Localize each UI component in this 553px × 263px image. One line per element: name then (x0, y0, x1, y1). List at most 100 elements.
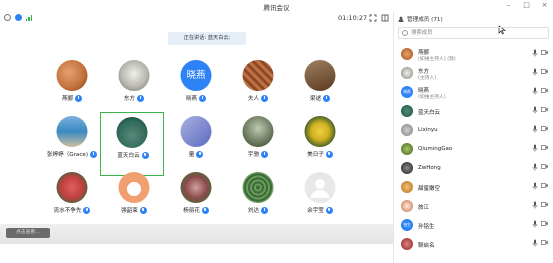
participant-tile[interactable]: 张婷婷（Grace) (40, 112, 104, 176)
mic-icon (261, 150, 269, 158)
mic-icon[interactable] (532, 106, 538, 114)
mic-icon[interactable] (532, 220, 538, 228)
mic-icon (325, 150, 333, 158)
participant-name: 强韶束 (121, 208, 138, 214)
participant-avatar (242, 116, 274, 147)
member-avatar (401, 67, 413, 79)
mic-icon[interactable] (532, 87, 538, 95)
member-row[interactable]: 燕郦 (如维主持人) (我) (394, 45, 553, 64)
member-row[interactable]: 聊启名 (394, 235, 553, 254)
participant-name: 夫人 (247, 96, 260, 102)
camera-icon[interactable] (541, 145, 548, 150)
camera-icon[interactable] (541, 88, 548, 93)
participant-tile[interactable]: 夫人 (226, 56, 290, 120)
close-icon[interactable]: × (540, 1, 549, 10)
mic-icon[interactable] (532, 239, 538, 247)
participant-tile[interactable]: 晓燕 晓燕 (164, 56, 228, 120)
camera-icon[interactable] (541, 126, 548, 131)
member-avatar (401, 162, 413, 174)
mic-icon[interactable] (532, 163, 538, 171)
speaking-indicator: 正在讲话: 蓝天白云; (168, 32, 246, 45)
minimize-icon[interactable]: – (504, 1, 513, 10)
mic-icon[interactable] (532, 144, 538, 152)
layout-grid-icon[interactable] (381, 14, 389, 22)
camera-icon[interactable] (541, 183, 548, 188)
camera-icon[interactable] (541, 164, 548, 169)
member-avatar (401, 238, 413, 250)
maximize-icon[interactable]: □ (522, 1, 531, 10)
member-row[interactable]: QiumingGao (394, 140, 553, 159)
mic-icon[interactable] (532, 49, 538, 57)
camera-icon[interactable] (541, 107, 548, 112)
members-icon (398, 16, 404, 22)
camera-icon[interactable] (541, 240, 548, 245)
member-row[interactable]: 甜蜜嫩空 (394, 178, 553, 197)
member-role: (主持人) (418, 76, 437, 81)
member-search-input[interactable]: 搜索成员 (398, 27, 549, 39)
fullscreen-icon[interactable] (369, 14, 377, 22)
member-row[interactable]: 蓝天白云 (394, 102, 553, 121)
participant-name: 晓燕 (185, 96, 198, 102)
camera-icon[interactable] (541, 69, 548, 74)
participant-name: 宇驰 (247, 152, 260, 158)
self-view-thumbnail[interactable]: 点击查看... (6, 228, 50, 238)
mic-icon (201, 206, 209, 214)
participant-tile[interactable]: 燕郦 (40, 56, 104, 120)
member-avatar (401, 105, 413, 117)
mic-icon (323, 94, 331, 102)
participant-name: 杨丽花 (183, 208, 200, 214)
meeting-toolbar: 01:10:27 (0, 12, 393, 24)
member-row[interactable]: 铭生 孙铭生 (394, 216, 553, 235)
member-avatar: 晓燕 (401, 86, 413, 98)
meeting-info-icon[interactable] (4, 14, 11, 21)
member-name: 甜蜜嫩空 (418, 186, 441, 192)
mic-icon[interactable] (532, 201, 538, 209)
member-avatar (401, 200, 413, 212)
member-row[interactable]: 旅江 (394, 197, 553, 216)
bottom-control-bar: 点击查看... (0, 224, 393, 244)
network-signal-icon[interactable] (26, 14, 32, 21)
mic-icon (83, 206, 91, 214)
camera-icon[interactable] (541, 221, 548, 226)
mic-icon (139, 206, 147, 214)
mic-icon[interactable] (532, 68, 538, 76)
participant-avatar (242, 60, 274, 91)
participant-avatar (56, 60, 88, 91)
camera-icon[interactable] (541, 202, 548, 207)
participant-tile[interactable]: 量 (164, 112, 228, 176)
participant-tile[interactable]: 余宇莹 (288, 168, 352, 232)
participant-tile-active-speaker[interactable]: 蓝天白云 (100, 112, 164, 176)
mic-icon[interactable] (532, 125, 538, 133)
member-avatar (401, 48, 413, 60)
participant-name: 张婷婷（Grace) (46, 152, 89, 158)
member-avatar (401, 143, 413, 155)
participant-avatar (180, 172, 212, 203)
member-row[interactable]: 东方 (主持人) (394, 64, 553, 83)
mic-icon[interactable] (532, 182, 538, 190)
default-user-icon (310, 179, 330, 198)
mic-icon (325, 206, 333, 214)
participant-tile[interactable]: 刘达 (226, 168, 290, 232)
mic-icon (199, 94, 207, 102)
participant-tile[interactable]: 宇驰 (226, 112, 290, 176)
mic-icon (141, 151, 149, 159)
participant-name: 刘达 (247, 208, 260, 214)
participant-avatar (304, 172, 336, 203)
participant-avatar (116, 117, 148, 148)
camera-icon[interactable] (541, 50, 548, 55)
participant-tile[interactable]: 杨丽花 (164, 168, 228, 232)
mic-icon (90, 150, 98, 158)
member-row[interactable]: ZwHong (394, 159, 553, 178)
participant-tile[interactable]: 流水不争先 (40, 168, 104, 232)
members-header: 管理成员 (71) (398, 15, 443, 23)
participant-tile[interactable]: 强韶束 (102, 168, 166, 232)
participant-tile[interactable]: 东方 (102, 56, 166, 120)
member-row[interactable]: Lixinyu (394, 121, 553, 140)
member-avatar (401, 124, 413, 136)
security-shield-icon[interactable] (15, 14, 22, 21)
participant-avatar (180, 116, 212, 147)
window-title: 腾讯会议 (263, 4, 290, 12)
participant-tile[interactable]: 美日子 (288, 112, 352, 176)
member-row[interactable]: 晓燕 晓燕 (如维主持人) (394, 83, 553, 102)
participant-tile[interactable]: 梁逑 (288, 56, 352, 120)
